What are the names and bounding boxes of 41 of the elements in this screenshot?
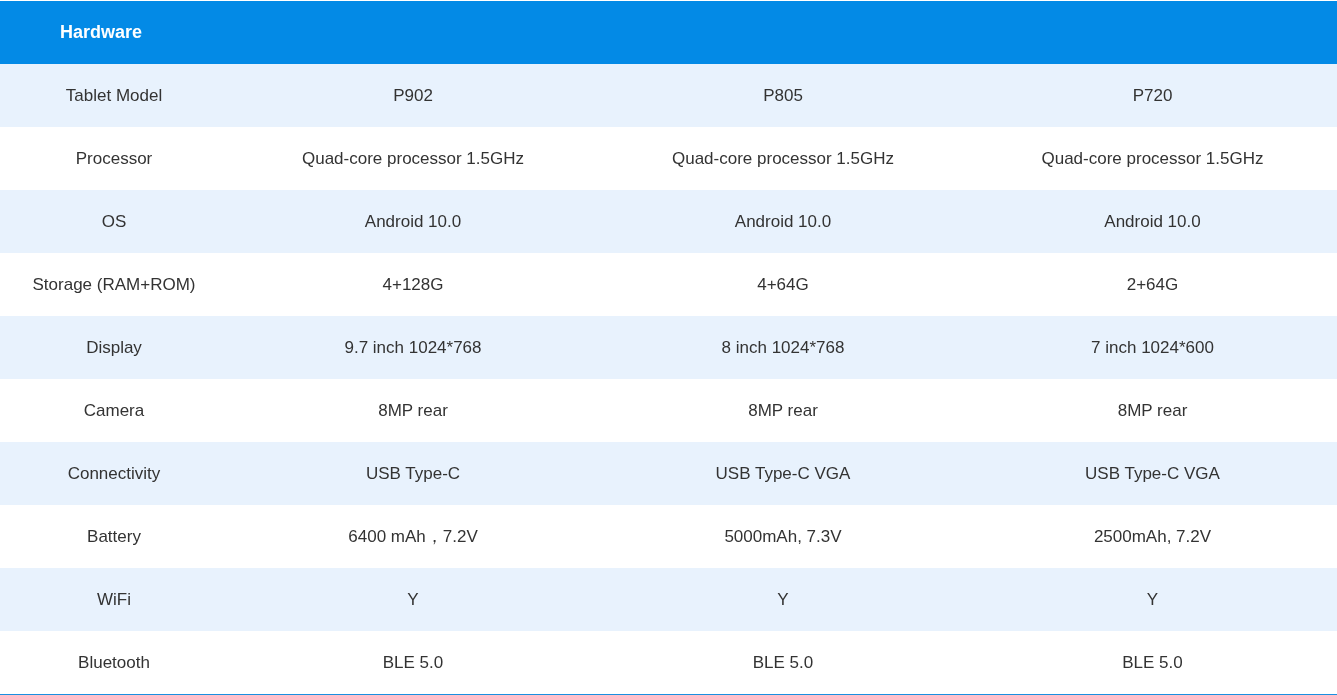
row-label: Processor — [74, 147, 154, 170]
table-cell: USB Type-C — [228, 442, 598, 505]
table-cell-text: 8MP rear — [747, 399, 819, 422]
table-cell-text: 2+64G — [1125, 273, 1180, 296]
table-cell: P805 — [598, 64, 968, 127]
table-cell: 7 inch 1024*600 — [968, 316, 1337, 379]
table-cell-text: Quad-core processor 1.5GHz — [1040, 147, 1265, 170]
row-label: Storage (RAM+ROM) — [31, 273, 197, 296]
table-cell-text: 2500mAh, 7.2V — [1092, 525, 1213, 548]
table-cell-text: 4+128G — [381, 273, 445, 296]
table-cell-text: 5000mAh, 7.3V — [723, 525, 843, 548]
row-label: Battery — [86, 525, 142, 548]
row-label: OS — [0, 190, 228, 253]
table-cell: Y — [228, 568, 598, 631]
table-cell: Android 10.0 — [228, 190, 598, 253]
table-cell-text: 6400 mAh，7.2V — [347, 526, 479, 548]
table-cell: 9.7 inch 1024*768 — [228, 316, 598, 379]
table-cell-text: 8MP rear — [377, 399, 449, 422]
row-label: Display — [0, 316, 228, 379]
table-cell: Y — [598, 568, 968, 631]
table-cell: Android 10.0 — [968, 190, 1337, 253]
row-label: WiFi — [0, 568, 228, 631]
row-label: Bluetooth — [77, 651, 151, 674]
table-cell-text: 4+64G — [756, 273, 810, 296]
table-cell: USB Type-C VGA — [598, 442, 968, 505]
table-cell: USB Type-C VGA — [968, 442, 1337, 505]
table-cell: Android 10.0 — [598, 190, 968, 253]
table-cell-text: Quad-core processor 1.5GHz — [300, 147, 525, 170]
section-title: Hardware — [60, 22, 143, 43]
table-cell: 8 inch 1024*768 — [598, 316, 968, 379]
table-cell-text: BLE 5.0 — [1121, 651, 1184, 674]
table-cell-text: BLE 5.0 — [751, 651, 815, 674]
table-cell-text: Quad-core processor 1.5GHz — [670, 147, 895, 170]
row-label: Tablet Model — [0, 64, 228, 127]
table-cell: Y — [968, 568, 1337, 631]
row-label: Camera — [82, 399, 146, 422]
row-label: Connectivity — [0, 442, 228, 505]
table-cell: P720 — [968, 64, 1337, 127]
table-cell-text: BLE 5.0 — [381, 651, 445, 674]
table-cell: P902 — [228, 64, 598, 127]
table-cell-text: 8MP rear — [1116, 399, 1189, 422]
